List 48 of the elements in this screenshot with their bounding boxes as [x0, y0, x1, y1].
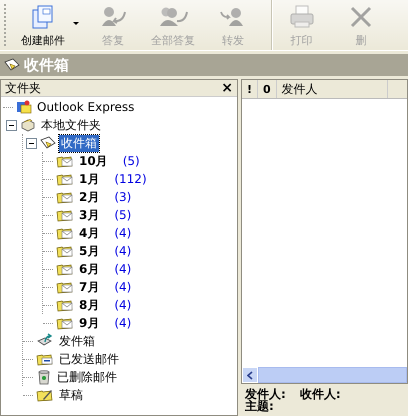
collapse-toggle[interactable]: [26, 138, 37, 148]
inbox-icon: [40, 135, 56, 151]
folder-label[interactable]: 4月: [77, 224, 102, 242]
inbox-icon: [4, 57, 20, 73]
folder-label[interactable]: 1月: [77, 170, 102, 188]
unread-count: (4): [114, 244, 132, 258]
folder-label[interactable]: 7月: [77, 278, 102, 296]
folder-label[interactable]: 已发送邮件: [57, 350, 121, 368]
folder-label[interactable]: 收件箱: [59, 134, 99, 152]
toolbar-button[interactable]: 创建邮件: [17, 0, 83, 50]
column-header[interactable]: 0: [258, 80, 277, 98]
collapse-toggle[interactable]: [6, 120, 17, 130]
unread-count: (4): [114, 226, 132, 240]
unread-count: (5): [122, 154, 140, 168]
unread-count: (5): [114, 208, 132, 222]
folder-label[interactable]: 2月: [77, 188, 102, 206]
folder-label[interactable]: 3月: [77, 206, 102, 224]
folder-label[interactable]: 已删除邮件: [55, 368, 119, 386]
column-header[interactable]: 发件人: [276, 80, 388, 98]
folder-label[interactable]: 8月: [77, 296, 102, 314]
column-header[interactable]: !: [242, 80, 258, 98]
unread-count: (4): [114, 316, 132, 330]
trash-can-icon: [36, 369, 52, 385]
dropdown-caret-icon[interactable]: [73, 22, 79, 25]
unread-count: (4): [114, 298, 132, 312]
unread-count: (4): [114, 280, 132, 294]
folder-label[interactable]: 本地文件夹: [39, 116, 103, 134]
subject-label: 主题:: [245, 400, 274, 412]
folder-label[interactable]: 草稿: [57, 386, 85, 404]
unread-count: (4): [114, 262, 132, 276]
unread-count: (3): [114, 190, 132, 204]
folder-label[interactable]: 发件箱: [57, 332, 97, 350]
folder-label[interactable]: 9月: [77, 314, 102, 332]
folder-label[interactable]: 5月: [77, 242, 102, 260]
pane-title: 文件夹: [5, 80, 41, 96]
close-button[interactable]: ×: [221, 81, 233, 95]
scroll-left-button[interactable]: [242, 367, 258, 383]
folder-label[interactable]: 6月: [77, 260, 102, 278]
horizontal-scrollbar[interactable]: [242, 367, 407, 383]
draft-folder-icon: [36, 387, 54, 403]
to-label: 收件人:: [300, 388, 341, 400]
folder-label[interactable]: Outlook Express: [35, 100, 136, 114]
folder-label[interactable]: 10月: [77, 152, 110, 170]
folder-title: 收件箱: [24, 56, 69, 74]
from-label: 发件人:: [245, 388, 286, 400]
close-icon: [348, 4, 374, 30]
unread-count: (112): [114, 172, 147, 186]
printer-icon: [288, 4, 316, 30]
